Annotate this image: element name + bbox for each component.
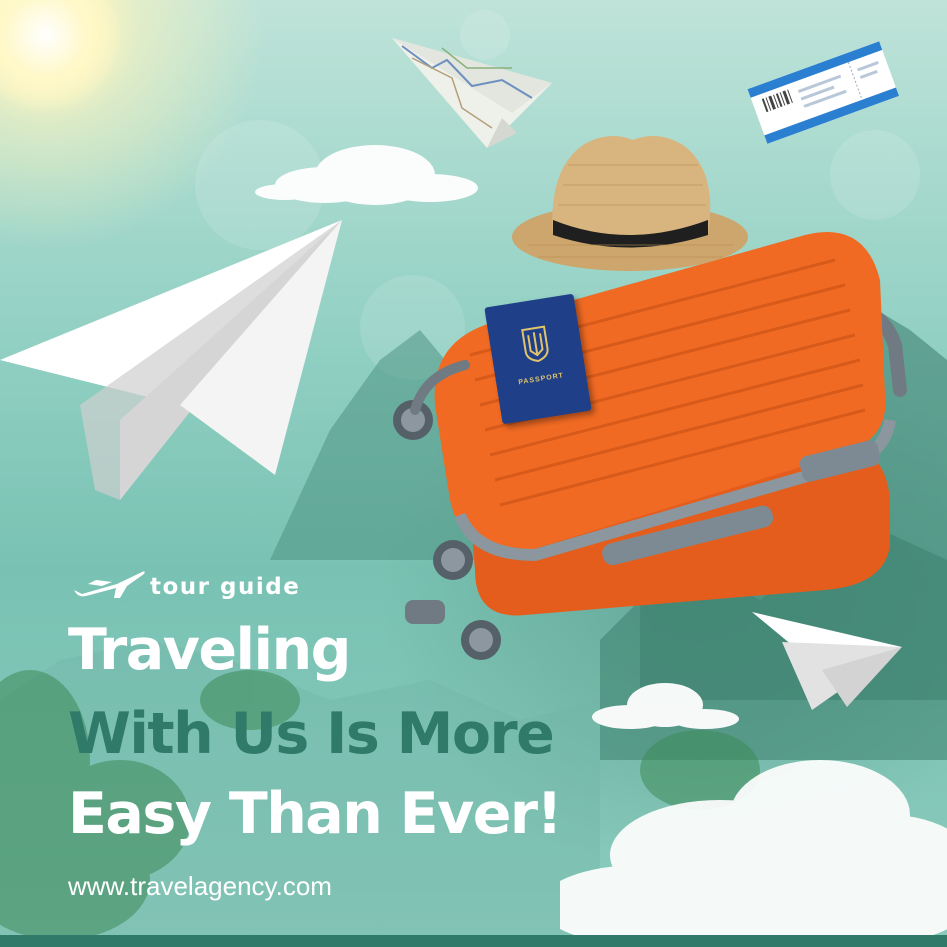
cloud (560, 760, 947, 940)
website-url[interactable]: www.travelagency.com (68, 871, 332, 902)
straw-hat (512, 136, 748, 271)
suitcase (393, 232, 907, 660)
headline-line-1: Traveling (68, 617, 351, 683)
passport-label: PASSPORT (517, 372, 565, 387)
bottom-bar (0, 935, 947, 947)
travel-poster: Air Ticket PASSPORT tour guide Traveling… (0, 0, 947, 947)
trident-emblem-icon (521, 325, 549, 362)
headline-line-3: Easy Than Ever! (68, 781, 563, 847)
airplane-icon (74, 571, 145, 598)
paper-plane-large (0, 220, 342, 500)
air-ticket (747, 41, 899, 144)
passport: PASSPORT (484, 293, 592, 425)
headline-line-2: With Us Is More (68, 701, 555, 767)
brand-name: tour guide (150, 574, 301, 600)
cloud (592, 683, 739, 729)
